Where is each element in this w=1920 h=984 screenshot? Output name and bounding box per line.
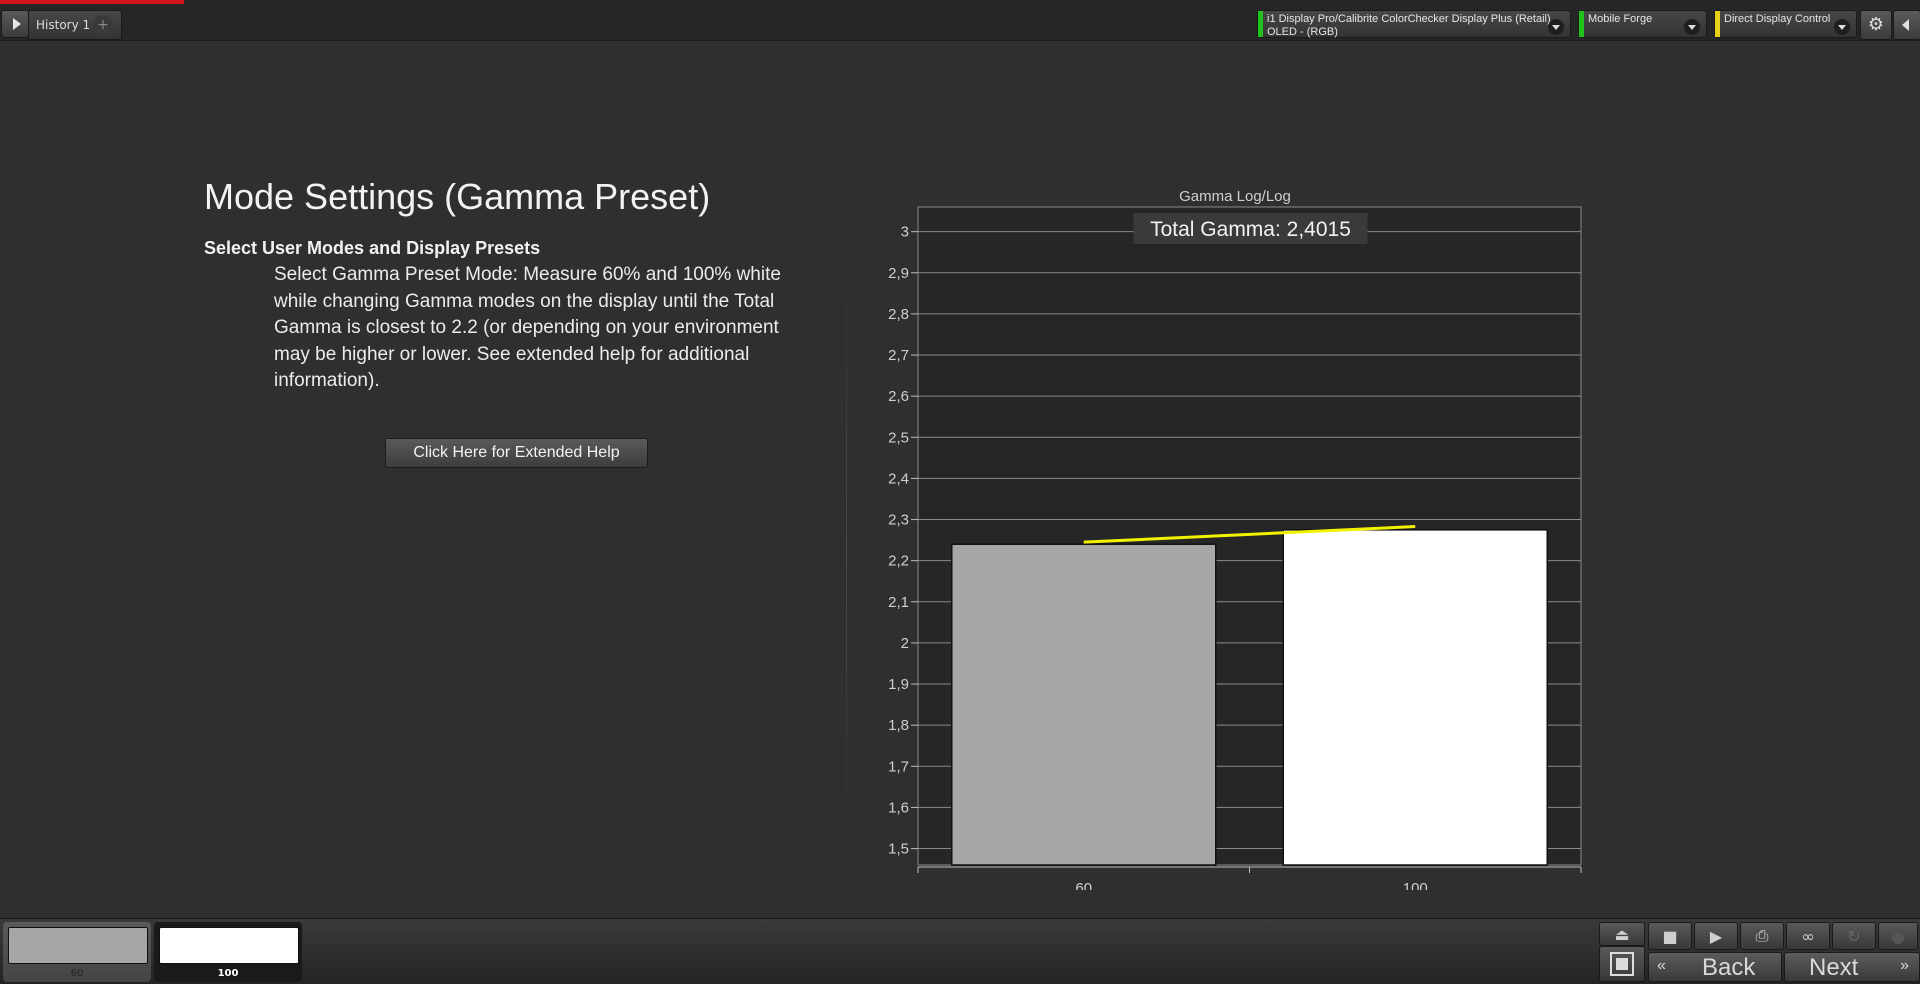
generator-status-indicator (1579, 11, 1584, 37)
refresh-icon[interactable]: ↻ (1832, 922, 1876, 950)
record-icon[interactable]: ● (1878, 922, 1918, 950)
y-tick-label: 2,2 (888, 553, 909, 570)
instructions-text: Select Gamma Preset Mode: Measure 60% an… (274, 264, 781, 391)
y-tick-label: 2,7 (888, 347, 909, 364)
chevron-down-icon[interactable] (1834, 19, 1850, 35)
tab-history-1[interactable]: History 1 + (28, 10, 122, 40)
y-tick-label: 2,8 (888, 306, 909, 323)
collapse-panel-icon[interactable] (1893, 10, 1920, 40)
stop-large-button[interactable] (1599, 946, 1645, 982)
generator-dropdown[interactable]: Mobile Forge (1578, 10, 1707, 38)
panel-divider (846, 255, 847, 845)
display-control-dropdown[interactable]: Direct Display Control (1714, 10, 1857, 38)
y-tick-label: 1,6 (888, 799, 909, 816)
play-measure-icon[interactable]: ▶ (1694, 922, 1738, 950)
back-label: Back (1702, 954, 1756, 981)
meter-dropdown[interactable]: i1 Display Pro/Calibrite ColorChecker Di… (1257, 10, 1571, 38)
chevron-down-icon[interactable] (1684, 19, 1700, 35)
meter-status-indicator (1258, 11, 1263, 37)
gear-icon[interactable]: ⚙ (1860, 10, 1892, 40)
bar-60 (951, 543, 1217, 866)
y-axis: 1,5 1,6 1,7 1,8 1,9 2 2,1 2,2 2,3 2,4 2,5 2,6 2,7 2,8… (888, 224, 918, 858)
y-tick-label: 2,4 (888, 470, 909, 487)
page-title: Mode Settings (Gamma Preset) (204, 176, 711, 217)
eject-icon[interactable]: ⏏ (1599, 922, 1645, 946)
swatch-label: 100 (217, 968, 239, 979)
chart-title: Gamma Log/Log (1179, 188, 1291, 205)
add-tab-button[interactable]: + (93, 15, 113, 35)
y-tick-label: 1,5 (888, 841, 909, 858)
x-tick-label: 100 (1403, 880, 1428, 890)
y-tick-label: 2,5 (888, 429, 909, 446)
next-arrow-icon: » (1900, 957, 1909, 974)
x-axis: 60 100 (917, 866, 1582, 890)
bar-100 (1282, 529, 1548, 866)
tab-label: History 1 (36, 18, 91, 32)
y-tick-label: 1,9 (888, 676, 909, 693)
swatch-color (159, 927, 299, 964)
play-icon[interactable] (1, 10, 29, 38)
swatch-100[interactable]: 100 (154, 922, 302, 982)
status-strip (0, 0, 184, 4)
back-arrow-icon: « (1657, 957, 1666, 974)
y-tick-label: 2,1 (888, 594, 909, 611)
x-tick-label: 60 (1075, 880, 1092, 890)
display-status-indicator (1715, 11, 1720, 37)
y-tick-label: 2,9 (888, 265, 909, 282)
stop-icon[interactable]: ■ (1648, 922, 1692, 950)
next-button[interactable]: Next » (1784, 952, 1920, 982)
extended-help-button[interactable]: Click Here for Extended Help (385, 438, 648, 468)
continuous-measure-icon[interactable]: ∞ (1786, 922, 1830, 950)
gamma-chart: Gamma Log/Log 1,5 1,6 1,7 1,8 1,9 2 2,1 2,2 2,3 2… (888, 188, 1582, 890)
meter-mode: OLED - (RGB) (1267, 26, 1338, 38)
y-tick-label: 2,3 (888, 512, 909, 529)
total-gamma-label: Total Gamma: 2,4015 (1150, 218, 1351, 241)
y-tick-label: 2 (901, 635, 909, 652)
swatch-color (8, 927, 148, 964)
back-button[interactable]: « Back (1648, 952, 1782, 982)
swatch-60[interactable]: 60 (3, 922, 151, 982)
y-tick-label: 3 (901, 224, 909, 241)
y-tick-label: 1,8 (888, 717, 909, 734)
next-label: Next (1809, 954, 1859, 981)
chevron-down-icon[interactable] (1548, 19, 1564, 35)
y-tick-label: 2,6 (888, 388, 909, 405)
y-tick-label: 1,7 (888, 758, 909, 775)
section-heading: Select User Modes and Display Presets (204, 238, 541, 258)
swatch-label: 60 (70, 968, 84, 979)
meter-name: i1 Display Pro/Calibrite ColorChecker Di… (1267, 13, 1551, 25)
generator-name: Mobile Forge (1588, 13, 1653, 25)
display-control-name: Direct Display Control (1724, 13, 1831, 25)
save-icon[interactable]: ⎙ (1740, 922, 1784, 950)
